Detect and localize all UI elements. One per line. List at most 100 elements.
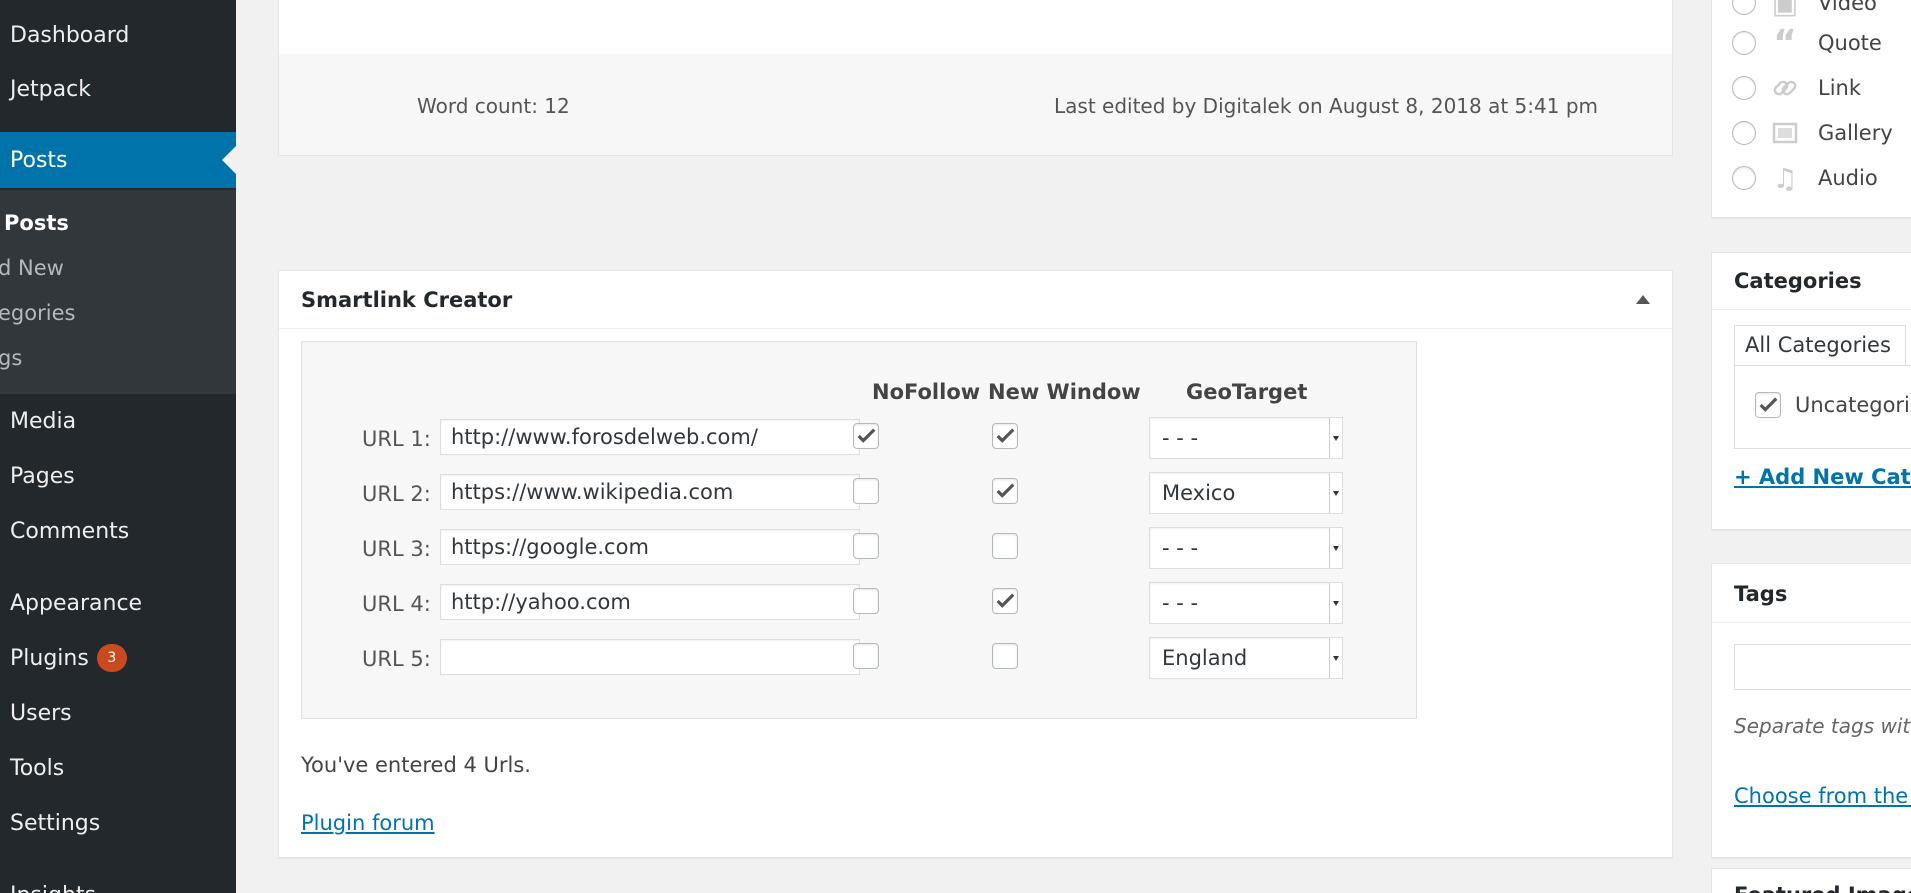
header-geotarget: GeoTarget [1186, 380, 1308, 404]
url-input[interactable] [440, 529, 860, 565]
menu-dashboard[interactable]: Dashboard [0, 10, 236, 60]
dropdown-arrow-icon [1329, 418, 1342, 458]
tag-input[interactable] [1734, 644, 1911, 690]
url-input[interactable] [440, 584, 860, 620]
format-radio[interactable] [1732, 166, 1756, 190]
menu-label: Settings [10, 810, 101, 836]
format-radio[interactable] [1732, 31, 1756, 55]
divider [1712, 622, 1911, 623]
format-option-audio[interactable]: ♫ Audio [1732, 158, 1878, 198]
url-row: URL 4: - - - [302, 582, 1416, 628]
tab-all-categories[interactable]: All Categories [1734, 325, 1906, 365]
menu-plugins[interactable]: Plugins 3 [0, 633, 236, 683]
nofollow-checkbox[interactable] [853, 643, 879, 669]
menu-appearance[interactable]: Appearance [0, 578, 236, 628]
format-label: Quote [1818, 31, 1882, 55]
url-input[interactable] [440, 639, 860, 675]
editor-area [278, 0, 1673, 56]
header-nofollow: NoFollow [872, 380, 981, 404]
menu-label: Pages [10, 463, 75, 489]
url-table: NoFollow New Window GeoTarget URL 1: - -… [301, 341, 1417, 719]
url-row: URL 5: England [302, 637, 1416, 683]
format-option-link[interactable]: Link [1732, 68, 1861, 108]
geotarget-select[interactable]: - - - [1149, 582, 1343, 624]
new-window-checkbox[interactable] [992, 423, 1018, 449]
category-list: Uncategorized [1734, 365, 1911, 449]
menu-settings[interactable]: Settings [0, 798, 236, 848]
nofollow-checkbox[interactable] [853, 423, 879, 449]
featured-image-box: Featured Image [1711, 868, 1911, 893]
menu-tools[interactable]: Tools [0, 743, 236, 793]
menu-pages[interactable]: Pages [0, 451, 236, 501]
category-checkbox[interactable] [1755, 392, 1781, 418]
smartlink-title: Smartlink Creator [301, 288, 513, 312]
menu-label: Media [10, 408, 77, 434]
add-new-category-link[interactable]: + Add New Category [1734, 465, 1911, 489]
menu-label: Tools [10, 755, 65, 781]
posts-submenu: Posts d New egories gs [0, 190, 236, 394]
menu-label: Users [10, 700, 72, 726]
submenu-add-new[interactable]: d New [0, 248, 64, 288]
geotarget-value: - - - [1162, 536, 1199, 560]
word-count: Word count: 12 [417, 94, 570, 118]
menu-media[interactable]: Media [0, 396, 236, 446]
format-option-video[interactable]: ▣ Video [1732, 0, 1877, 23]
url-label: URL 3: [362, 537, 431, 561]
dropdown-arrow-icon [1329, 638, 1342, 678]
categories-box: Categories All Categories Uncategorized … [1711, 252, 1911, 530]
submenu-tags[interactable]: gs [0, 338, 22, 378]
category-label: Uncategorized [1795, 393, 1911, 417]
menu-insights[interactable]: Insights [0, 870, 236, 893]
geotarget-select[interactable]: - - - [1149, 527, 1343, 569]
nofollow-checkbox[interactable] [853, 588, 879, 614]
tag-hint: Separate tags with commas [1734, 714, 1911, 738]
menu-comments[interactable]: Comments [0, 506, 236, 556]
tags-title: Tags [1734, 582, 1788, 606]
menu-label: Jetpack [10, 76, 91, 102]
admin-sidebar: Dashboard Jetpack Posts Posts d New egor… [0, 0, 236, 893]
tags-box: Tags Separate tags with commas Choose fr… [1711, 563, 1911, 858]
editor-status-bar: Word count: 12 Last edited by Digitalek … [278, 54, 1673, 156]
collapse-arrow-icon[interactable] [1636, 295, 1650, 304]
geotarget-select[interactable]: England [1149, 637, 1343, 679]
plugin-forum-link[interactable]: Plugin forum [301, 811, 435, 835]
dropdown-arrow-icon [1329, 583, 1342, 623]
url-label: URL 5: [362, 647, 431, 671]
menu-posts[interactable]: Posts [0, 132, 236, 188]
url-label: URL 2: [362, 482, 431, 506]
url-input[interactable] [440, 474, 860, 510]
categories-title: Categories [1734, 269, 1862, 293]
submenu-categories[interactable]: egories [0, 293, 75, 333]
new-window-checkbox[interactable] [992, 533, 1018, 559]
nofollow-checkbox[interactable] [853, 478, 879, 504]
nofollow-checkbox[interactable] [853, 533, 879, 559]
category-item[interactable]: Uncategorized [1755, 392, 1911, 418]
choose-tags-link[interactable]: Choose from the most used tags [1734, 784, 1911, 808]
submenu-all-posts[interactable]: Posts [4, 203, 69, 243]
url-label: URL 1: [362, 427, 431, 451]
geotarget-value: - - - [1162, 426, 1199, 450]
new-window-checkbox[interactable] [992, 588, 1018, 614]
url-input[interactable] [440, 419, 860, 455]
format-radio[interactable] [1732, 0, 1756, 15]
menu-users[interactable]: Users [0, 688, 236, 738]
url-row: URL 3: - - - [302, 527, 1416, 573]
geotarget-value: England [1162, 646, 1248, 670]
geotarget-select[interactable]: - - - [1149, 417, 1343, 459]
geotarget-select[interactable]: Mexico [1149, 472, 1343, 514]
menu-label: Plugins [10, 645, 89, 671]
right-sidebar: ▣ Video “ Quote Link Gallery ♫ Audio Cat… [1711, 0, 1911, 893]
menu-jetpack[interactable]: Jetpack [0, 64, 236, 114]
smartlink-header[interactable]: Smartlink Creator [279, 271, 1672, 329]
checkmark-icon [996, 483, 1015, 498]
format-option-gallery[interactable]: Gallery [1732, 113, 1893, 153]
format-radio[interactable] [1732, 76, 1756, 100]
new-window-checkbox[interactable] [992, 643, 1018, 669]
new-window-checkbox[interactable] [992, 478, 1018, 504]
format-radio[interactable] [1732, 121, 1756, 145]
last-edited: Last edited by Digitalek on August 8, 20… [1054, 94, 1598, 118]
format-option-quote[interactable]: “ Quote [1732, 23, 1882, 64]
menu-label: Insights [10, 883, 96, 893]
header-new-window: New Window [988, 380, 1141, 404]
link-icon [1770, 73, 1800, 103]
